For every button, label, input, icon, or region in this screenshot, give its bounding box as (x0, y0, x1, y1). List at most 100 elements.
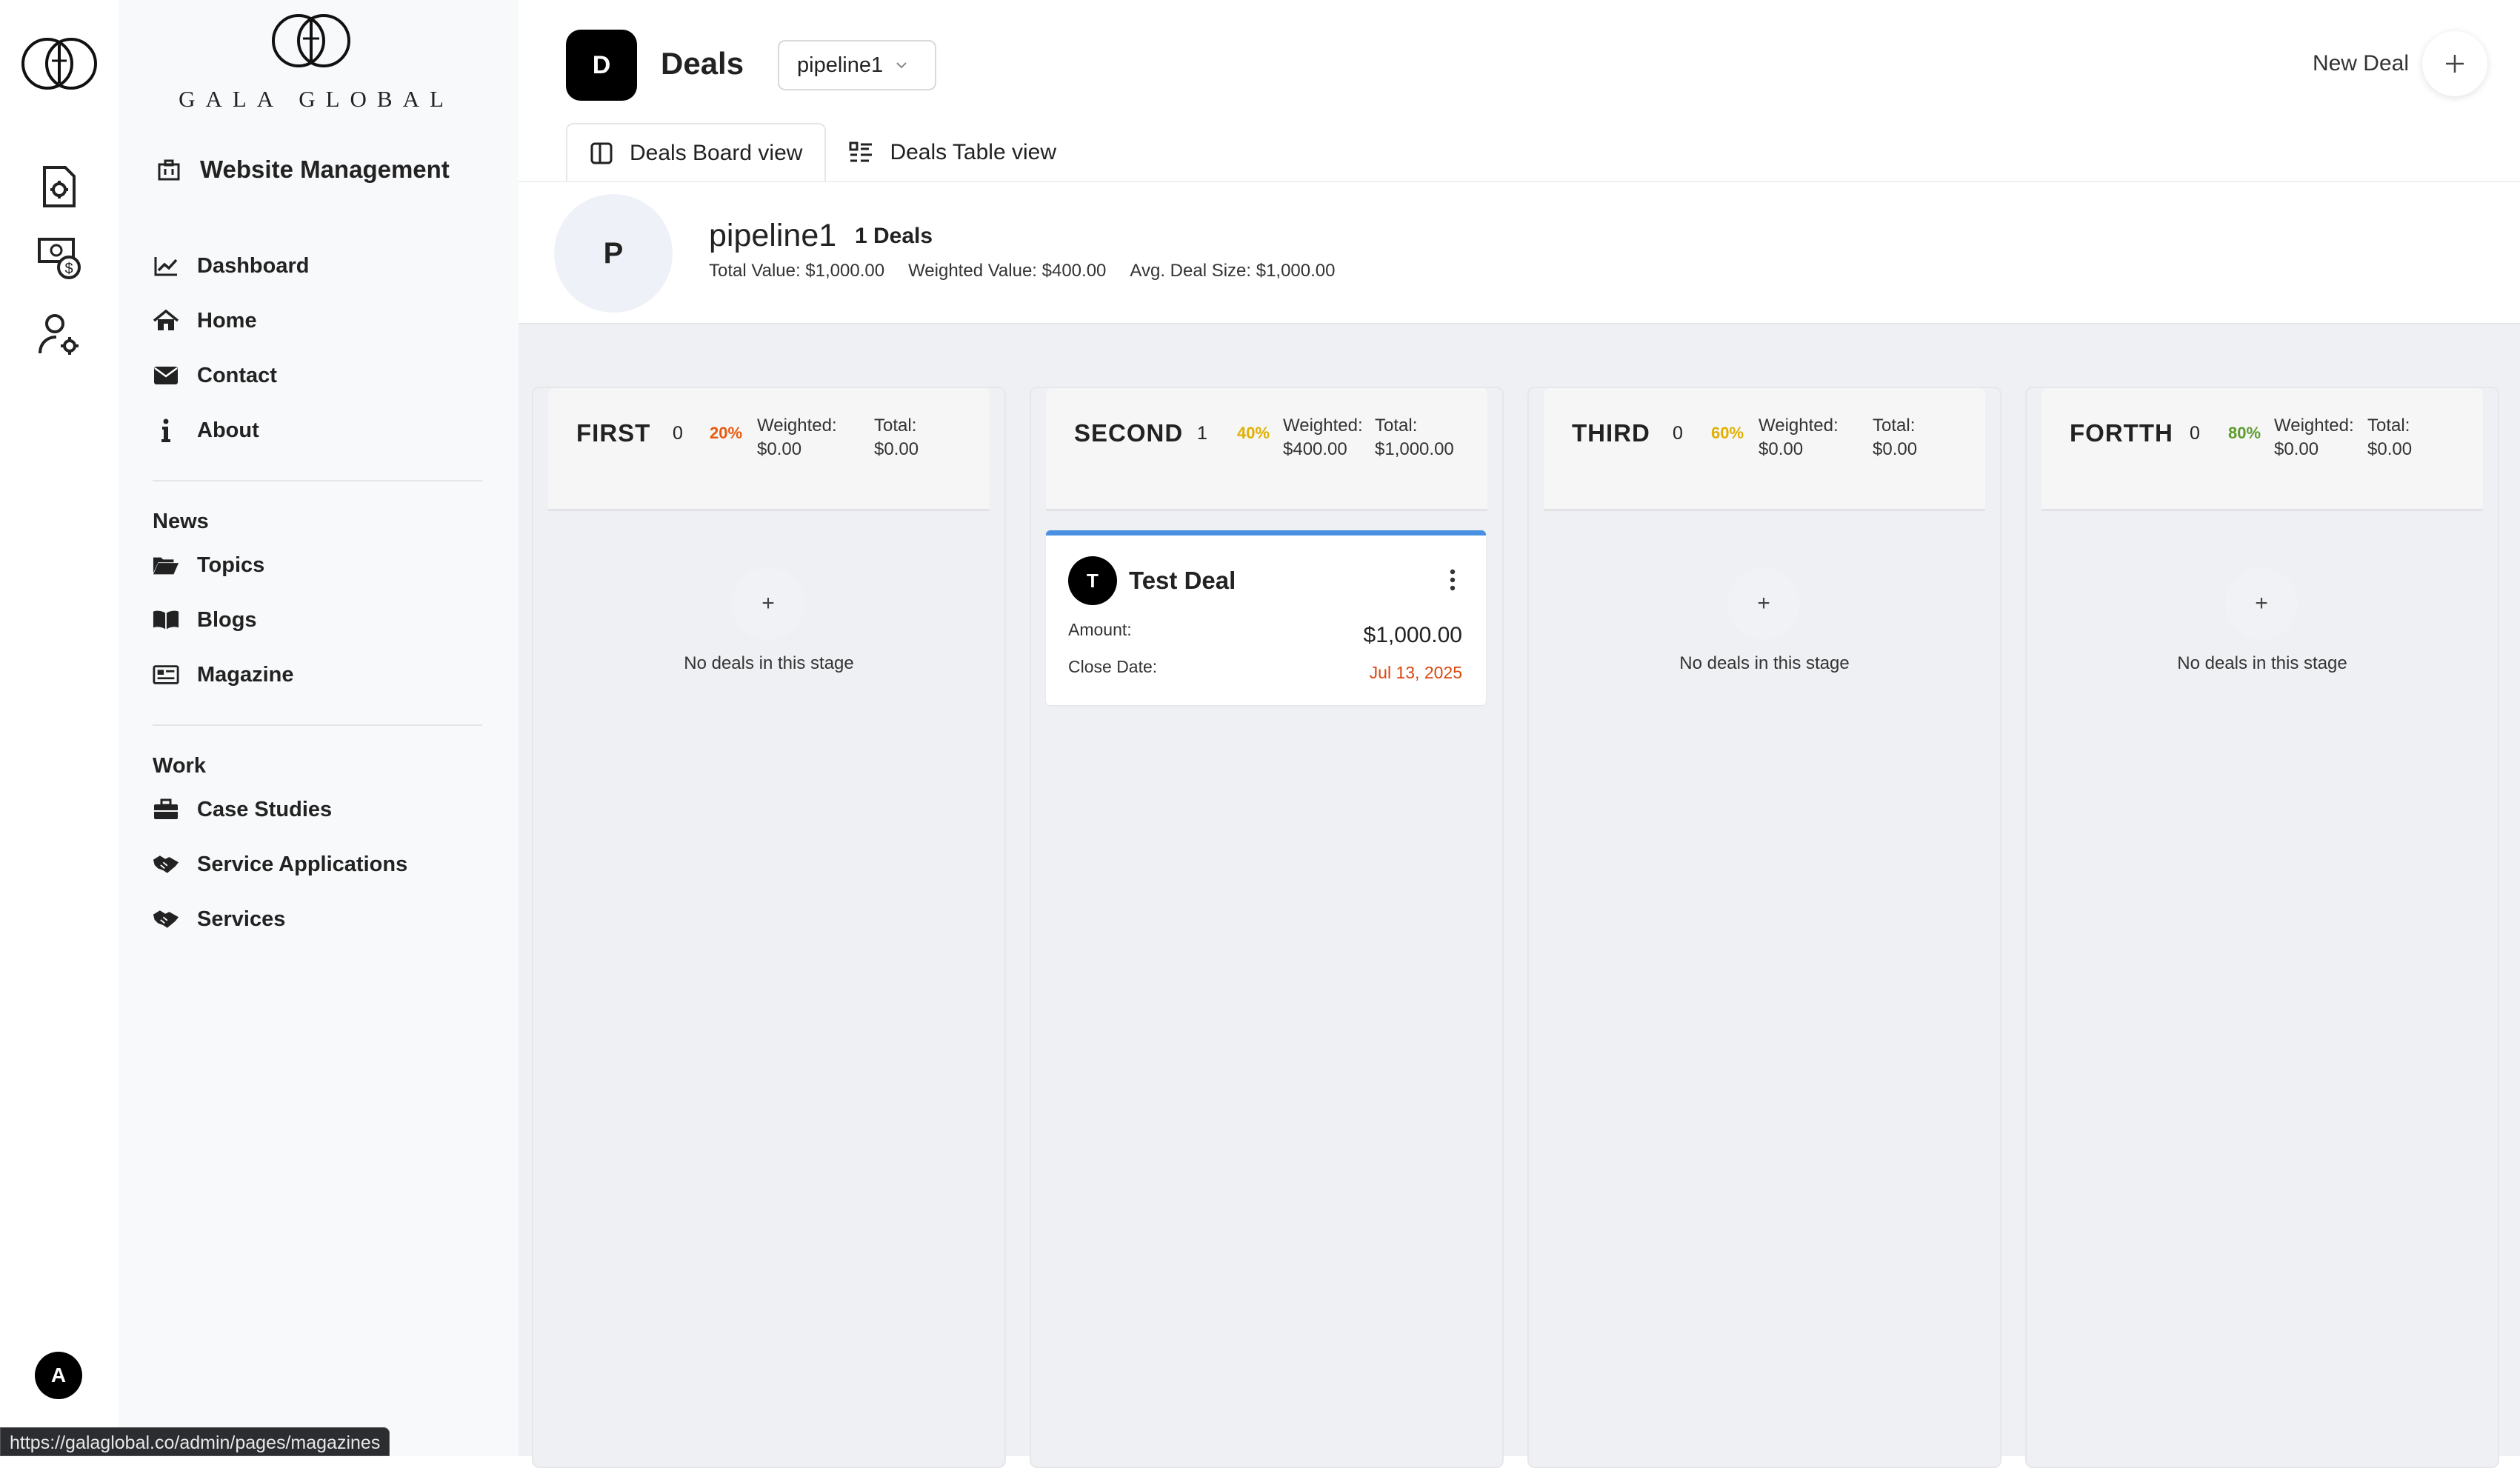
envelope-icon (153, 362, 179, 389)
weighted-value: $0.00 (1759, 439, 1804, 459)
main-content: D Deals pipeline1 New Deal Deals Board v… (519, 0, 2520, 1468)
pipeline-summary: P pipeline1 1 Deals Total Value: $1,000.… (519, 184, 2520, 324)
weighted-label: Weighted: (1759, 416, 1839, 436)
page-title: Deals (661, 46, 744, 81)
pipeline-select-value: pipeline1 (797, 53, 884, 77)
tab-board-view[interactable]: Deals Board view (566, 123, 827, 182)
newspaper-icon (153, 661, 179, 688)
money-dollar-icon[interactable]: $ (34, 233, 84, 283)
chevron-down-icon (896, 62, 907, 69)
add-deal-button[interactable]: + (2225, 567, 2298, 640)
total-label: Total: (2367, 416, 2410, 436)
info-icon (153, 417, 179, 444)
nav-label: Service Applications (197, 852, 408, 876)
stage-header: THIRD 0 60% Weighted: $0.00 Total: $0.00 (1544, 388, 1985, 511)
user-avatar[interactable]: A (35, 1352, 82, 1399)
stage-column: FORTTH 0 80% Weighted: $0.00 Total: $0.00 … (2025, 387, 2499, 1468)
add-deal-button[interactable]: + (732, 567, 804, 640)
empty-stage-text: No deals in this stage (684, 653, 854, 673)
tab-label: Deals Board view (630, 141, 803, 165)
briefcase-icon (153, 796, 179, 823)
handshake-icon (153, 906, 179, 932)
stage-header: SECOND 1 40% Weighted: $400.00 Total: $1,0… (1046, 388, 1487, 511)
nav-item-dashboard[interactable]: Dashboard (153, 247, 309, 284)
svg-text:$: $ (64, 261, 73, 277)
total-label: Total: (1873, 416, 1916, 436)
nav-label: About (197, 418, 259, 442)
stage-name: SECOND (1074, 419, 1184, 447)
brand-logo-icon (272, 14, 350, 67)
nav-label: Services (197, 907, 286, 931)
deal-close-date: Jul 13, 2025 (1369, 663, 1462, 682)
divider (153, 480, 482, 481)
stage-weighted: Weighted: $0.00 (757, 414, 837, 461)
new-deal-control[interactable]: New Deal (2313, 31, 2487, 96)
nav-label: Blogs (197, 607, 257, 632)
nav-item-case-studies[interactable]: Case Studies (153, 791, 332, 828)
user-settings-icon[interactable] (34, 310, 84, 360)
weighted-label: Weighted: (757, 416, 837, 436)
pipeline-select[interactable]: pipeline1 (778, 40, 936, 90)
weighted-value: $400.00 (1283, 439, 1347, 459)
document-settings-icon[interactable] (34, 161, 84, 212)
nav-label: Topics (197, 553, 265, 577)
amount-label: Amount: (1068, 620, 1132, 639)
top-bar: D Deals pipeline1 New Deal Deals Board v… (519, 0, 2520, 184)
stage-probability: 40% (1237, 424, 1270, 442)
handshake-icon (153, 851, 179, 878)
nav-item-about[interactable]: About (153, 412, 259, 449)
icon-rail: $ A (0, 0, 119, 1456)
chart-line-icon (153, 253, 179, 279)
stage-count: 0 (673, 423, 683, 444)
nav-item-service-applications[interactable]: Service Applications (153, 846, 407, 883)
sidebar: GALA GLOBAL Website Management Dashboard… (119, 0, 519, 1456)
stage-probability: 20% (710, 424, 743, 442)
nav-label: Magazine (197, 662, 294, 687)
total-value: Total Value: $1,000.00 (709, 261, 885, 281)
plus-icon (2446, 55, 2464, 73)
nav-item-home[interactable]: Home (153, 302, 257, 339)
nav-label: Home (197, 308, 257, 333)
work-section-title: Work (153, 754, 206, 778)
tab-table-view[interactable]: Deals Table view (826, 123, 1079, 182)
pipeline-stats: Total Value: $1,000.00 Weighted Value: $… (709, 261, 1335, 281)
brand-name: GALA GLOBAL (179, 86, 454, 112)
stage-weighted: Weighted: $0.00 (1759, 414, 1839, 461)
stage-header: FORTTH 0 80% Weighted: $0.00 Total: $0.00 (2041, 388, 2483, 511)
nav-item-services[interactable]: Services (153, 901, 285, 938)
stage-count: 0 (1673, 423, 1683, 444)
new-deal-button[interactable] (2422, 31, 2487, 96)
section-title: Website Management (200, 156, 450, 183)
add-deal-button[interactable]: + (1727, 567, 1800, 640)
total-label: Total: (874, 416, 917, 436)
stage-total: Total: $0.00 (2367, 414, 2412, 461)
stage-name: FORTTH (2070, 419, 2173, 447)
more-options-icon[interactable] (1441, 565, 1464, 595)
tab-label: Deals Table view (890, 140, 1056, 164)
status-bar-url: https://galaglobal.co/admin/pages/magazi… (0, 1427, 390, 1456)
weighted-value: $0.00 (757, 439, 802, 459)
deal-avatar: T (1068, 556, 1117, 605)
nav-item-topics[interactable]: Topics (153, 547, 264, 584)
gala-logo-icon[interactable] (21, 34, 98, 93)
empty-stage-text: No deals in this stage (2177, 653, 2347, 673)
nav-item-contact[interactable]: Contact (153, 357, 277, 394)
stage-total: Total: $0.00 (874, 414, 919, 461)
news-section-title: News (153, 510, 209, 533)
stage-column: THIRD 0 60% Weighted: $0.00 Total: $0.00 +… (1527, 387, 2001, 1468)
nav-label: Contact (197, 363, 277, 387)
building-icon (158, 159, 180, 181)
stage-weighted: Weighted: $0.00 (2274, 414, 2354, 461)
nav-item-magazine[interactable]: Magazine (153, 656, 294, 693)
pipeline-avatar: P (554, 194, 673, 313)
deals-badge: D (566, 30, 637, 101)
brand-logo[interactable]: GALA GLOBAL (119, 10, 504, 121)
folder-open-icon (153, 552, 179, 578)
pipeline-name: pipeline1 (709, 218, 837, 253)
weighted-value: $0.00 (2274, 439, 2319, 459)
nav-item-blogs[interactable]: Blogs (153, 601, 257, 638)
deal-card[interactable]: T Test Deal Amount: $1,000.00 Close Date… (1046, 530, 1486, 705)
total-label: Total: (1375, 416, 1418, 436)
weighted-label: Weighted: (2274, 416, 2354, 436)
stage-probability: 80% (2228, 424, 2261, 442)
